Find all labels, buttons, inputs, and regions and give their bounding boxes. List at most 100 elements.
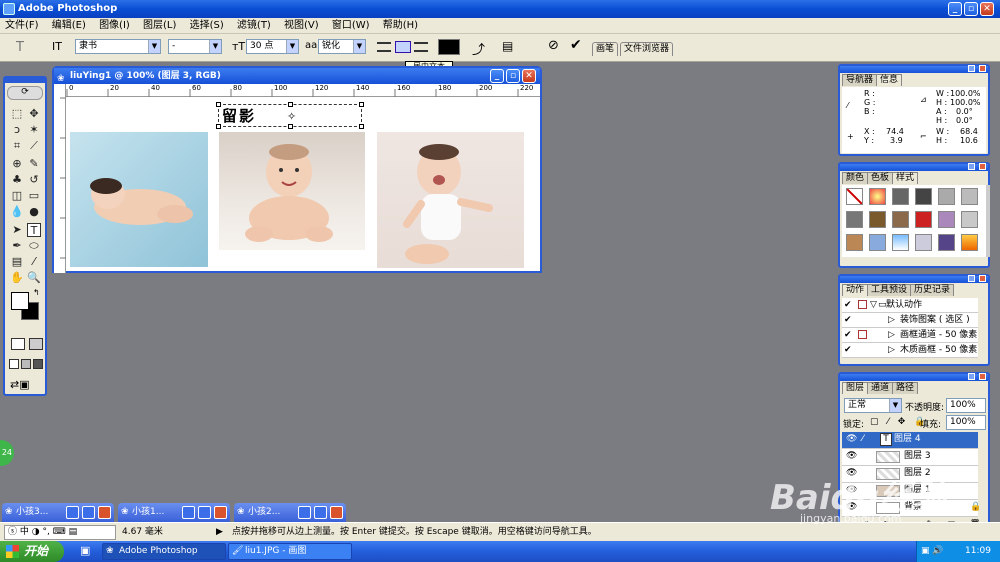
quick-mask-icon[interactable] [29,338,43,350]
ime-toolbar[interactable]: ⓢ 中 ◑ °, ⌨ ▤ [4,525,116,540]
warp-text-icon[interactable]: ⤴ [472,39,485,58]
doc-minimize-icon[interactable]: _ [490,69,504,83]
commit-check-icon[interactable]: ✔ [570,37,582,53]
tab-layers[interactable]: 图层 [842,382,869,394]
align-center-icon[interactable] [395,41,411,53]
tab-channels[interactable]: 通道 [867,382,894,394]
style-swatch[interactable] [846,234,863,251]
clone-stamp-icon[interactable]: ♣ [10,173,24,187]
opacity-input[interactable]: 100% [946,398,986,413]
start-button[interactable]: 开始 [0,541,64,562]
antialias-select[interactable]: 锐化 ▼ [318,39,366,54]
panel-minimize-icon[interactable] [968,373,975,380]
close-icon[interactable] [98,506,111,519]
style-swatch[interactable] [915,188,932,205]
tab-color[interactable]: 颜色 [842,172,869,184]
slice-tool-icon[interactable]: ⟋ [27,139,41,153]
tab-actions[interactable]: 动作 [842,284,869,296]
style-swatch[interactable] [892,188,909,205]
jump-to-imageready-icon[interactable]: ⇄▣ [10,378,30,391]
style-swatch[interactable] [915,234,932,251]
maximize-icon[interactable] [198,506,211,519]
task-photoshop[interactable]: ❀ Adobe Photoshop [102,543,226,560]
move-tool-icon[interactable]: ✥ [27,107,41,121]
style-swatch[interactable] [869,188,886,205]
layer-row[interactable]: 👁 ⁄ T 图层 4 [842,432,978,449]
style-swatch[interactable] [961,188,978,205]
close-icon[interactable] [214,506,227,519]
palettes-icon[interactable]: ▤ [502,39,513,53]
dialog-toggle-icon[interactable] [858,330,867,339]
tab-tool-presets[interactable]: 工具预设 [867,284,912,296]
tab-brushes[interactable]: 画笔 [592,42,619,56]
healing-brush-icon[interactable]: ⊕ [10,157,24,171]
checkmark-icon[interactable]: ✔ [844,343,852,357]
lasso-tool-icon[interactable]: ↄ [10,123,24,137]
action-item[interactable]: ✔ ▷ 画框通道 - 50 像素 [842,328,978,343]
crop-tool-icon[interactable]: ⌗ [10,139,24,153]
shape-tool-icon[interactable]: ⬭ [27,239,41,253]
style-swatch[interactable] [846,211,863,228]
style-swatch-none[interactable] [846,188,863,205]
tab-history[interactable]: 历史记录 [910,284,955,296]
checkmark-icon[interactable]: ✔ [844,298,852,312]
close-icon[interactable] [330,506,343,519]
style-swatch[interactable] [961,234,978,251]
style-swatch[interactable] [869,234,886,251]
minimized-window[interactable]: ❀ 小孩1... [118,503,230,522]
restore-icon[interactable] [182,506,195,519]
canvas[interactable]: 留影 ✧ [66,98,540,271]
screen-mode-full-menu-icon[interactable] [21,359,31,369]
resize-handle[interactable] [216,124,221,129]
action-item[interactable]: ✔ ▷ 装饰图案 ( 选区 ) [842,313,978,328]
menu-file[interactable]: 文件(F) [0,18,44,34]
tab-navigator[interactable]: 导航器 [842,74,878,86]
history-brush-icon[interactable]: ↺ [27,173,41,187]
close-icon[interactable]: ✕ [980,2,994,16]
screen-mode-full-icon[interactable] [33,359,43,369]
checkmark-icon[interactable]: ✔ [844,328,852,342]
resize-handle[interactable] [359,124,364,129]
dialog-toggle-icon[interactable] [858,300,867,309]
triangle-right-icon[interactable]: ▷ [888,343,895,357]
restore-icon[interactable] [298,506,311,519]
type-tool-preset-icon[interactable]: T [16,40,24,55]
foreground-color-swatch[interactable] [11,292,29,310]
menu-layer[interactable]: 图层(L) [138,18,181,34]
resize-handle[interactable] [359,102,364,107]
text-bounding-box[interactable]: 留影 ✧ [216,102,364,129]
eye-icon[interactable]: 👁 [846,432,857,446]
tab-info[interactable]: 信息 [876,74,903,86]
style-swatch[interactable] [892,211,909,228]
style-swatch[interactable] [961,211,978,228]
menu-help[interactable]: 帮助(H) [378,18,423,34]
dodge-tool-icon[interactable]: ● [27,205,41,219]
layer-row[interactable]: 👁 图层 3 [842,449,978,466]
swap-colors-icon[interactable]: ↰ [33,288,40,297]
menu-image[interactable]: 图像(I) [94,18,135,34]
menu-edit[interactable]: 编辑(E) [47,18,91,34]
magic-wand-icon[interactable]: ✶ [27,123,41,137]
maximize-icon[interactable] [314,506,327,519]
menu-view[interactable]: 视图(V) [279,18,324,34]
resize-handle[interactable] [288,102,293,107]
path-selection-icon[interactable]: ➤ [10,223,24,237]
style-swatch[interactable] [938,211,955,228]
font-family-select[interactable]: 隶书 ▼ [75,39,161,54]
hand-tool-icon[interactable]: ✋ [10,271,24,285]
tab-file-browser[interactable]: 文件浏览器 [620,42,674,56]
triangle-right-icon[interactable]: ▷ [888,313,895,327]
minimize-icon[interactable]: _ [948,2,962,16]
style-swatch[interactable] [938,188,955,205]
cancel-icon[interactable]: ⊘ [548,38,559,53]
align-left-icon[interactable] [377,42,391,52]
standard-mode-icon[interactable] [11,338,25,350]
doc-maximize-icon[interactable]: ▫ [506,69,520,83]
tray-icons[interactable]: ▣ 🔊 [921,541,944,562]
tab-paths[interactable]: 路径 [892,382,919,394]
panel-close-icon[interactable] [979,65,986,72]
text-color-swatch[interactable] [438,39,460,55]
resize-handle[interactable] [288,124,293,129]
quicklaunch-icon[interactable]: ▣ [80,544,90,557]
triangle-right-icon[interactable]: ▷ [888,328,895,342]
